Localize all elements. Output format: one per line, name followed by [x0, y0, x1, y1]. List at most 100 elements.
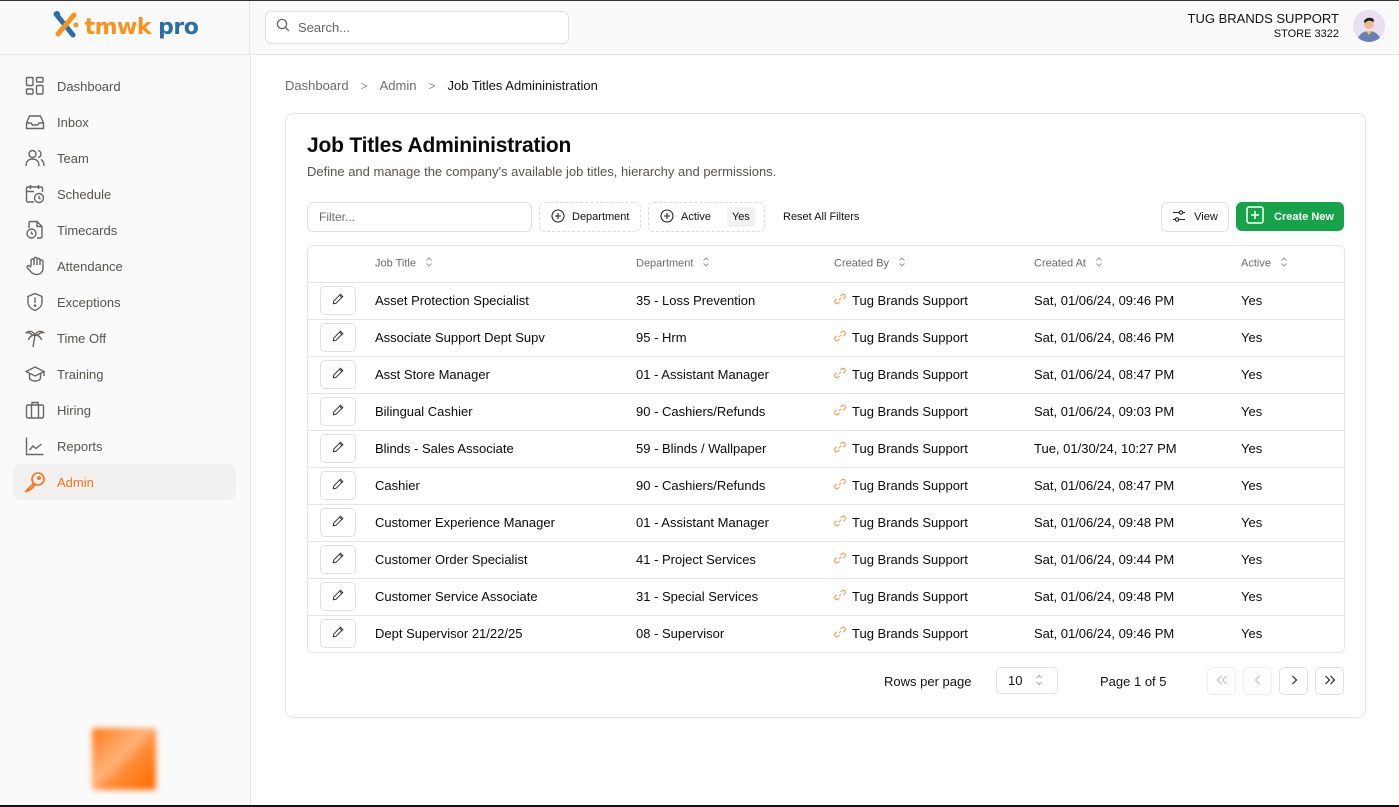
- sidebar-item-training[interactable]: Training: [13, 356, 236, 392]
- next-page-button[interactable]: [1279, 667, 1308, 695]
- active-filter-button[interactable]: Active Yes: [648, 202, 765, 232]
- sliders-icon: [1172, 209, 1186, 226]
- table-row[interactable]: Customer Order Specialist 41 - Project Se…: [308, 541, 1344, 579]
- sidebar-item-inbox[interactable]: Inbox: [13, 104, 236, 140]
- table-row[interactable]: Asst Store Manager 01 - Assistant Manager…: [308, 356, 1344, 394]
- column-header-created-by[interactable]: Created By: [834, 246, 1034, 283]
- department-cell: 59 - Blinds / Wallpaper: [636, 430, 834, 468]
- pencil-icon: [332, 515, 344, 530]
- reset-filters-button[interactable]: Reset All Filters: [777, 202, 865, 232]
- column-header-job-title[interactable]: Job Title: [375, 246, 636, 283]
- edit-button[interactable]: [320, 508, 356, 537]
- department-cell: 31 - Special Services: [636, 578, 834, 616]
- actions-cell: [308, 356, 375, 394]
- sidebar-item-team[interactable]: Team: [13, 140, 236, 176]
- edit-button[interactable]: [320, 323, 356, 352]
- table-row[interactable]: Asset Protection Specialist 35 - Loss Pre…: [308, 282, 1344, 320]
- job-title-cell: Dept Supervisor 21/22/25: [375, 626, 523, 642]
- created-by-link[interactable]: Tug Brands Support: [852, 552, 968, 567]
- job-title-cell: Associate Support Dept Supv: [375, 319, 636, 357]
- admin-key-icon: [24, 471, 46, 493]
- sidebar-item-hiring[interactable]: Hiring: [13, 392, 236, 428]
- created-by-link[interactable]: Tug Brands Support: [852, 404, 968, 419]
- edit-button[interactable]: [320, 619, 356, 649]
- first-page-button[interactable]: [1207, 667, 1236, 695]
- job-titles-table: Job Title Department Created By Created …: [307, 245, 1345, 653]
- department-cell: 01 - Assistant Manager: [636, 504, 834, 542]
- sidebar-item-admin[interactable]: Admin: [13, 464, 236, 500]
- sidebar-item-attendance[interactable]: Attendance: [13, 248, 236, 284]
- edit-button[interactable]: [320, 434, 356, 463]
- table-row[interactable]: Cashier 90 - Cashiers/Refunds Tug Brands S…: [308, 467, 1344, 505]
- edit-button[interactable]: [320, 360, 356, 389]
- user-menu[interactable]: TUG BRANDS SUPPORT STORE 3322: [1188, 10, 1385, 42]
- column-label: Department: [636, 257, 694, 270]
- view-options-button[interactable]: View: [1161, 202, 1229, 232]
- app-logo[interactable]: tmwk pro: [51, 10, 199, 45]
- logo-suffix: pro: [158, 15, 199, 40]
- job-title-cell: Asset Protection Specialist: [375, 282, 636, 320]
- avatar[interactable]: [1353, 10, 1385, 42]
- table-row[interactable]: Dept Supervisor 21/22/25 08 - Supervisor T…: [308, 615, 1344, 652]
- column-header-created-at[interactable]: Created At: [1034, 246, 1241, 283]
- rows-per-page-select[interactable]: 10: [996, 667, 1058, 694]
- sidebar-item-reports[interactable]: Reports: [13, 428, 236, 464]
- created-at-cell: Tue, 01/30/24, 10:27 PM: [1034, 430, 1241, 468]
- training-icon: [24, 363, 46, 385]
- sidebar-item-label: Attendance: [57, 258, 123, 274]
- edit-button[interactable]: [320, 397, 356, 426]
- breadcrumb-admin[interactable]: Admin: [380, 78, 417, 93]
- sidebar-item-timecards[interactable]: Timecards: [13, 212, 236, 248]
- sidebar-item-label: Time Off: [57, 330, 107, 346]
- previous-page-button[interactable]: [1243, 667, 1272, 695]
- edit-button[interactable]: [320, 471, 356, 500]
- created-by-link[interactable]: Tug Brands Support: [852, 626, 968, 641]
- table-row[interactable]: Bilingual Cashier 90 - Cashiers/Refunds Tu…: [308, 393, 1344, 431]
- sidebar-item-exceptions[interactable]: Exceptions: [13, 284, 236, 320]
- table-row[interactable]: Customer Service Associate 31 - Special S…: [308, 578, 1344, 616]
- table-row[interactable]: Customer Experience Manager 01 - Assistan…: [308, 504, 1344, 542]
- create-new-button[interactable]: Create New: [1236, 202, 1344, 231]
- created-by-link[interactable]: Tug Brands Support: [852, 367, 968, 382]
- created-by-link[interactable]: Tug Brands Support: [852, 293, 968, 308]
- sort-icon: [1280, 257, 1288, 270]
- breadcrumb-dashboard[interactable]: Dashboard: [285, 78, 349, 93]
- created-by-link[interactable]: Tug Brands Support: [852, 330, 968, 345]
- actions-cell: [308, 467, 375, 505]
- timecards-icon: [24, 219, 46, 241]
- edit-button[interactable]: [320, 286, 356, 315]
- edit-button[interactable]: [320, 545, 356, 574]
- edit-button[interactable]: [320, 582, 356, 611]
- actions-cell: [308, 541, 375, 579]
- created-by-link[interactable]: Tug Brands Support: [852, 515, 968, 530]
- department-cell: 90 - Cashiers/Refunds: [636, 467, 834, 505]
- column-header-department[interactable]: Department: [636, 246, 834, 283]
- global-search[interactable]: [265, 11, 569, 44]
- rows-per-page-value: 10: [1008, 673, 1023, 688]
- created-by-link[interactable]: Tug Brands Support: [852, 589, 968, 604]
- sidebar: Dashboard Inbox Team Schedule Timecards …: [0, 55, 251, 807]
- search-input[interactable]: [298, 20, 548, 35]
- table-row[interactable]: Blinds - Sales Associate 59 - Blinds / Wa…: [308, 430, 1344, 468]
- filter-input[interactable]: [307, 202, 532, 232]
- column-header-actions: [308, 246, 375, 283]
- time-off-icon: [24, 327, 46, 349]
- table-row[interactable]: Associate Support Dept Supv 95 - Hrm Tug B…: [308, 319, 1344, 357]
- sort-icon: [1095, 257, 1103, 270]
- column-header-active[interactable]: Active: [1241, 246, 1344, 283]
- job-title-cell: Blinds - Sales Associate: [375, 430, 636, 468]
- department-filter-button[interactable]: Department: [539, 202, 641, 232]
- reports-icon: [24, 435, 46, 457]
- hiring-icon: [24, 399, 46, 421]
- sidebar-item-time-off[interactable]: Time Off: [13, 320, 236, 356]
- created-by-link[interactable]: Tug Brands Support: [852, 441, 968, 456]
- job-title-cell: Customer Service Associate: [375, 578, 636, 616]
- sidebar-item-dashboard[interactable]: Dashboard: [13, 68, 236, 104]
- chevron-right-icon: >: [428, 78, 436, 93]
- sidebar-item-schedule[interactable]: Schedule: [13, 176, 236, 212]
- created-by-link[interactable]: Tug Brands Support: [852, 478, 968, 493]
- job-title-cell: Customer Order Specialist: [375, 541, 636, 579]
- link-icon: [834, 478, 846, 493]
- last-page-button[interactable]: [1315, 667, 1344, 695]
- link-icon: [834, 515, 846, 530]
